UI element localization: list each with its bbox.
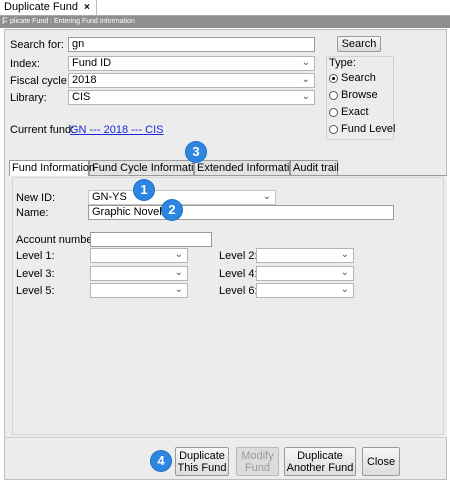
window-tab-title: Duplicate Fund [4,1,78,13]
level-1-select[interactable]: ⌄ [90,248,188,263]
search-for-label: Search for: [10,39,64,51]
radio-label: Search [341,72,376,84]
close-icon[interactable]: × [84,2,90,13]
search-input[interactable]: gn [68,37,315,52]
search-button[interactable]: Search [337,36,381,52]
chevron-down-icon: ⌄ [174,267,183,278]
level-3-label: Level 3: [16,268,55,280]
level-3-select[interactable]: ⌄ [90,266,188,281]
index-label: Index: [10,58,40,70]
radio-label: Exact [341,106,369,118]
radio-indicator[interactable] [329,74,338,83]
type-label: Type: [329,57,356,69]
fiscal-cycle-value: 2018 [72,74,97,86]
chevron-down-icon: ⌄ [340,267,349,278]
button-line: This Fund [177,461,227,474]
radio-label: Browse [341,89,378,101]
fiscal-cycle-label: Fiscal cycle: [10,75,70,87]
name-field[interactable]: Graphic Novels [88,205,394,220]
radio-label: Fund Level [341,123,396,135]
level-4-select[interactable]: ⌄ [256,266,354,281]
library-label: Library: [10,92,47,104]
tab-extended-information[interactable]: Extended Information [194,160,302,175]
name-label: Name: [16,207,49,219]
radio-indicator[interactable] [329,91,338,100]
new-id-label: New ID: [16,192,56,204]
current-fund-link[interactable]: GN --- 2018 --- CIS [70,124,164,136]
chevron-down-icon: ⌄ [262,191,271,202]
subtitle-lead: F [2,16,8,26]
level-5-select[interactable]: ⌄ [90,283,188,298]
subtitle-bar: F plicate Fund : Entering Fund Informati… [0,16,450,28]
tab-audit-trail[interactable]: Audit trail [290,160,339,175]
chevron-down-icon: ⌄ [301,91,310,102]
index-value: Fund ID [72,57,112,69]
button-line: Duplicate [297,449,343,462]
subtitle-text: plicate Fund : Entering Fund Information [10,18,135,25]
window-tab[interactable]: Duplicate Fund × [0,0,97,15]
fiscal-cycle-select[interactable]: 2018 ⌄ [68,73,315,88]
new-id-value: GN-YS [92,191,127,203]
current-fund-label: Current fund: [10,124,75,136]
level-5-label: Level 5: [16,285,55,297]
chevron-down-icon: ⌄ [301,74,310,85]
callout-badge-4: 4 [151,451,171,471]
chevron-down-icon: ⌄ [174,249,183,260]
button-line: Another Fund [286,461,354,474]
account-number-label: Account number: [16,234,100,246]
radio-indicator[interactable] [329,108,338,117]
chevron-down-icon: ⌄ [340,249,349,260]
index-select[interactable]: Fund ID ⌄ [68,56,315,71]
level-6-label: Level 6: [219,285,258,297]
modify-fund-button[interactable]: Modify Fund [236,447,279,476]
level-6-select[interactable]: ⌄ [256,283,354,298]
radio-indicator[interactable] [329,125,338,134]
close-button[interactable]: Close [362,447,400,476]
callout-badge-1: 1 [134,180,154,200]
callout-badge-2: 2 [162,200,182,220]
chevron-down-icon: ⌄ [301,57,310,68]
callout-badge-3: 3 [186,142,206,162]
duplicate-this-fund-button[interactable]: Duplicate This Fund [175,447,229,476]
library-value: CIS [72,91,91,103]
tab-fund-cycle-information[interactable]: Fund Cycle Information [89,160,206,175]
account-number-field[interactable] [90,232,212,247]
level-4-label: Level 4: [219,268,258,280]
new-id-select[interactable]: GN-YS ⌄ [88,190,276,205]
chevron-down-icon: ⌄ [174,284,183,295]
level-2-select[interactable]: ⌄ [256,248,354,263]
chevron-down-icon: ⌄ [340,284,349,295]
level-2-label: Level 2: [219,250,258,262]
button-line: Fund [244,461,271,474]
tab-fund-information[interactable]: Fund Information [9,160,95,176]
level-1-label: Level 1: [16,250,55,262]
library-select[interactable]: CIS ⌄ [68,90,315,105]
button-line: Duplicate [179,449,225,462]
button-line: Modify [241,449,274,462]
duplicate-another-fund-button[interactable]: Duplicate Another Fund [284,447,356,476]
